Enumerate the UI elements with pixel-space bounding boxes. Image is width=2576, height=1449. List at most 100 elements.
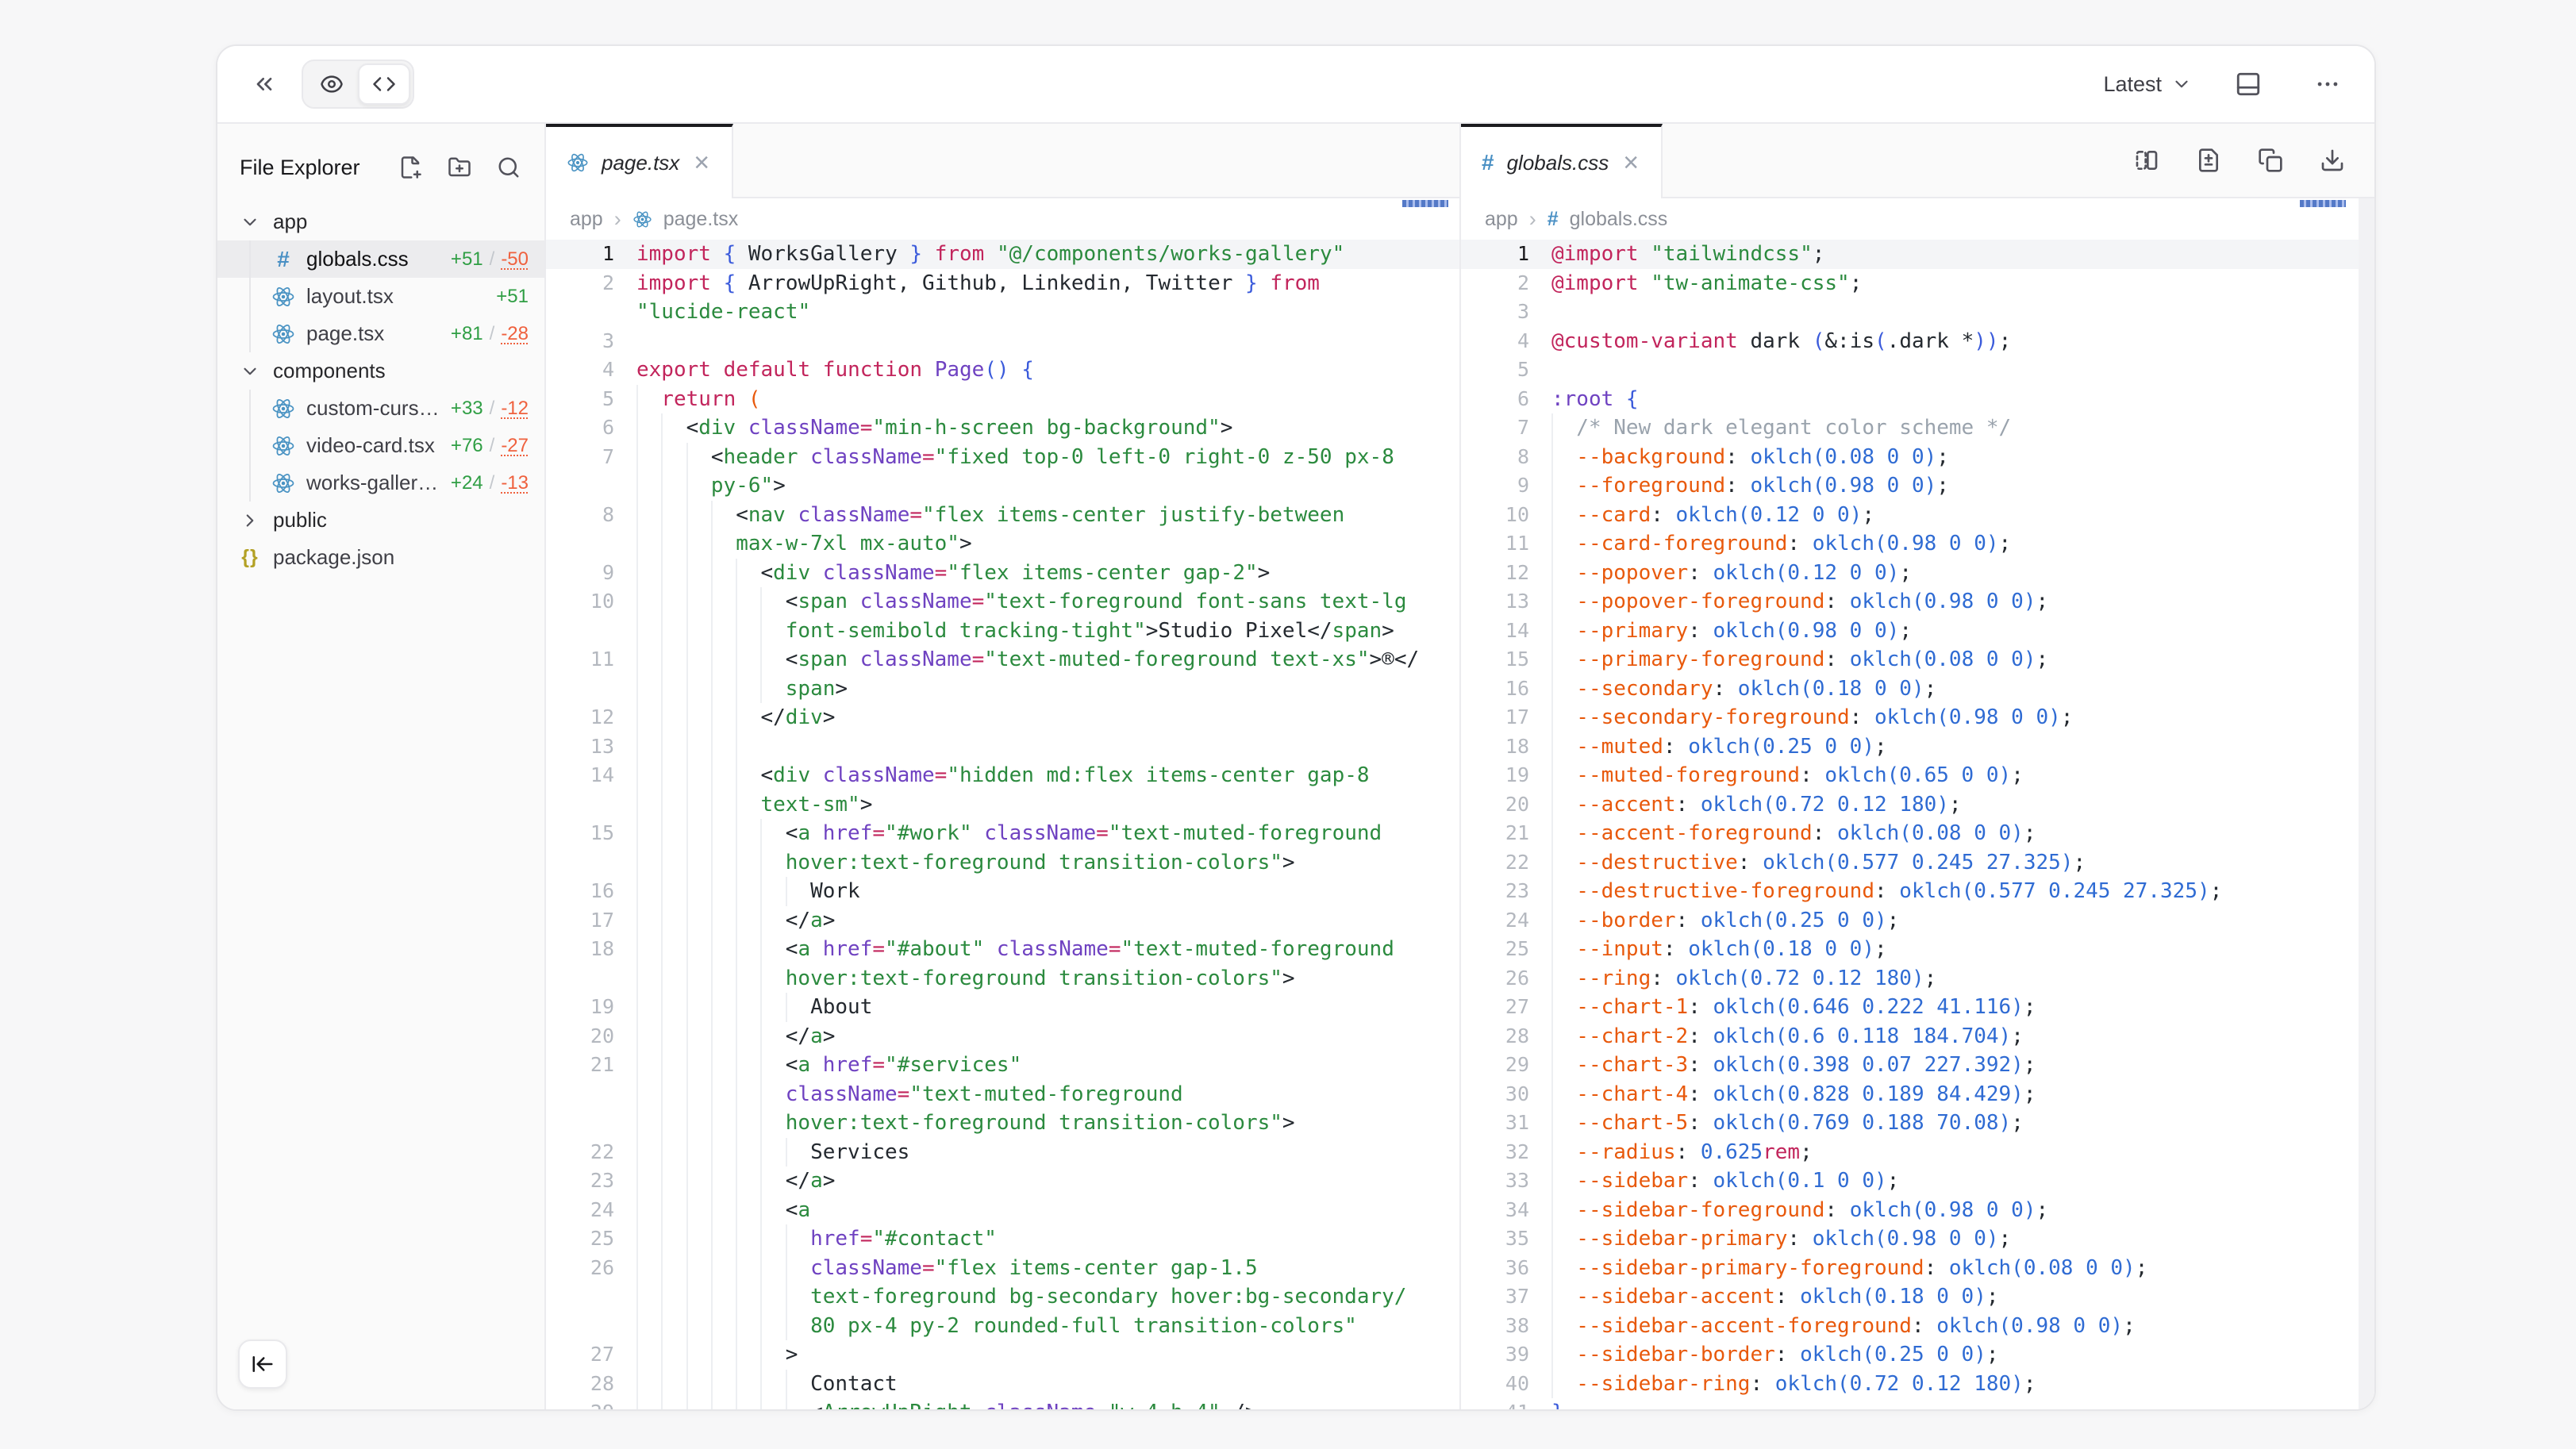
- file-row-globals.css[interactable]: #globals.css+51/-50: [217, 240, 544, 278]
- panel-layout-button[interactable]: [2225, 61, 2271, 107]
- search-files-button[interactable]: [495, 154, 522, 181]
- code-line[interactable]: 14<div className="hidden md:flex items-c…: [546, 761, 1459, 790]
- folder-row-app[interactable]: app: [217, 203, 544, 240]
- code-line[interactable]: 8--background: oklch(0.08 0 0);: [1461, 443, 2374, 472]
- collapse-sidebar-button[interactable]: [238, 1339, 287, 1389]
- breadcrumb-root[interactable]: app: [570, 208, 603, 231]
- code-line[interactable]: 25--input: oklch(0.18 0 0);: [1461, 935, 2374, 964]
- code-right[interactable]: 1@import "tailwindcss";2@import "tw-anim…: [1461, 240, 2374, 1409]
- code-line[interactable]: 22--destructive: oklch(0.577 0.245 27.32…: [1461, 848, 2374, 878]
- code-line[interactable]: 1import { WorksGallery } from "@/compone…: [546, 240, 1459, 269]
- file-row-layout.tsx[interactable]: layout.tsx+51: [217, 278, 544, 315]
- code-line[interactable]: 6<div className="min-h-screen bg-backgro…: [546, 413, 1459, 443]
- code-line[interactable]: 1@import "tailwindcss";: [1461, 240, 2374, 269]
- code-line[interactable]: 18<a href="#about" className="text-muted…: [546, 935, 1459, 964]
- tab-page-tsx[interactable]: page.tsx ×: [546, 124, 733, 198]
- code-line[interactable]: 37--sidebar-accent: oklch(0.18 0 0);: [1461, 1282, 2374, 1312]
- split-view-button[interactable]: [2133, 147, 2160, 174]
- code-line[interactable]: 18--muted: oklch(0.25 0 0);: [1461, 732, 2374, 762]
- code-line[interactable]: 15--primary-foreground: oklch(0.08 0 0);: [1461, 645, 2374, 675]
- code-line[interactable]: 39--sidebar-border: oklch(0.25 0 0);: [1461, 1340, 2374, 1370]
- code-line[interactable]: 5: [1461, 356, 2374, 385]
- code-line[interactable]: 2import { ArrowUpRight, Github, Linkedin…: [546, 269, 1459, 298]
- breadcrumb-root[interactable]: app: [1485, 208, 1518, 231]
- code-line[interactable]: 36--sidebar-primary-foreground: oklch(0.…: [1461, 1254, 2374, 1283]
- code-line[interactable]: 26className="flex items-center gap-1.5: [546, 1254, 1459, 1283]
- code-line[interactable]: 31--chart-5: oklch(0.769 0.188 70.08);: [1461, 1109, 2374, 1138]
- file-row-custom-curs-[interactable]: custom-curs…+33/-12: [217, 390, 544, 427]
- code-line[interactable]: 16Work: [546, 877, 1459, 906]
- code-line[interactable]: 3: [1461, 298, 2374, 327]
- folder-row-public[interactable]: public: [217, 502, 544, 539]
- version-picker[interactable]: Latest: [2103, 72, 2192, 97]
- code-line[interactable]: 26--ring: oklch(0.72 0.12 180);: [1461, 964, 2374, 994]
- code-line[interactable]: 32--radius: 0.625rem;: [1461, 1138, 2374, 1167]
- code-line[interactable]: 4@custom-variant dark (&:is(.dark *));: [1461, 327, 2374, 356]
- collapse-chat-button[interactable]: [241, 61, 287, 107]
- code-line[interactable]: 33--sidebar: oklch(0.1 0 0);: [1461, 1167, 2374, 1196]
- code-line[interactable]: hover:text-foreground transition-colors"…: [546, 1109, 1459, 1138]
- code-line[interactable]: py-6">: [546, 471, 1459, 501]
- code-line[interactable]: hover:text-foreground transition-colors"…: [546, 848, 1459, 878]
- code-left[interactable]: 1import { WorksGallery } from "@/compone…: [546, 240, 1459, 1409]
- code-line[interactable]: 80 px-4 py-2 rounded-full transition-col…: [546, 1312, 1459, 1341]
- code-line[interactable]: 27--chart-1: oklch(0.646 0.222 41.116);: [1461, 993, 2374, 1022]
- code-line[interactable]: span>: [546, 675, 1459, 704]
- code-line[interactable]: 30--chart-4: oklch(0.828 0.189 84.429);: [1461, 1080, 2374, 1109]
- code-line[interactable]: 24--border: oklch(0.25 0 0);: [1461, 906, 2374, 936]
- code-line[interactable]: 23</a>: [546, 1167, 1459, 1196]
- new-file-button[interactable]: [397, 154, 424, 181]
- code-line[interactable]: 41}: [1461, 1398, 2374, 1409]
- new-folder-button[interactable]: [446, 154, 473, 181]
- code-line[interactable]: 17</a>: [546, 906, 1459, 936]
- code-line[interactable]: 3: [546, 327, 1459, 356]
- code-line[interactable]: font-semibold tracking-tight">Studio Pix…: [546, 617, 1459, 646]
- code-line[interactable]: text-foreground bg-secondary hover:bg-se…: [546, 1282, 1459, 1312]
- breadcrumb-file[interactable]: page.tsx: [663, 208, 739, 231]
- code-line[interactable]: 19About: [546, 993, 1459, 1022]
- code-line[interactable]: 27>: [546, 1340, 1459, 1370]
- code-line[interactable]: 24<a: [546, 1196, 1459, 1225]
- code-line[interactable]: 29--chart-3: oklch(0.398 0.07 227.392);: [1461, 1051, 2374, 1080]
- code-line[interactable]: 35--sidebar-primary: oklch(0.98 0 0);: [1461, 1224, 2374, 1254]
- file-row-package.json[interactable]: {}package.json: [217, 539, 544, 576]
- code-line[interactable]: 7<header className="fixed top-0 left-0 r…: [546, 443, 1459, 472]
- code-line[interactable]: 29<ArrowUpRight className="w-4 h-4" />: [546, 1398, 1459, 1409]
- code-line[interactable]: 28--chart-2: oklch(0.6 0.118 184.704);: [1461, 1022, 2374, 1051]
- code-line[interactable]: 28Contact: [546, 1370, 1459, 1399]
- code-line[interactable]: 21--accent-foreground: oklch(0.08 0 0);: [1461, 819, 2374, 848]
- code-line[interactable]: 16--secondary: oklch(0.18 0 0);: [1461, 675, 2374, 704]
- download-button[interactable]: [2319, 147, 2346, 174]
- more-options-button[interactable]: [2305, 61, 2351, 107]
- code-line[interactable]: 6:root {: [1461, 385, 2374, 414]
- file-row-video-card.tsx[interactable]: video-card.tsx+76/-27: [217, 427, 544, 464]
- code-line[interactable]: text-sm">: [546, 790, 1459, 820]
- code-line[interactable]: 5return (: [546, 385, 1459, 414]
- tab-globals-css[interactable]: # globals.css ×: [1461, 124, 1663, 198]
- file-row-page.tsx[interactable]: page.tsx+81/-28: [217, 315, 544, 352]
- close-tab-button[interactable]: ×: [1621, 149, 1640, 176]
- code-line[interactable]: hover:text-foreground transition-colors"…: [546, 964, 1459, 994]
- code-line[interactable]: 12</div>: [546, 703, 1459, 732]
- code-line[interactable]: 38--sidebar-accent-foreground: oklch(0.9…: [1461, 1312, 2374, 1341]
- code-line[interactable]: 9--foreground: oklch(0.98 0 0);: [1461, 471, 2374, 501]
- code-line[interactable]: 34--sidebar-foreground: oklch(0.98 0 0);: [1461, 1196, 2374, 1225]
- code-line[interactable]: "lucide-react": [546, 298, 1459, 327]
- code-line[interactable]: className="text-muted-foreground: [546, 1080, 1459, 1109]
- code-toggle-button[interactable]: [358, 63, 410, 105]
- code-line[interactable]: 10--card: oklch(0.12 0 0);: [1461, 501, 2374, 530]
- code-line[interactable]: 23--destructive-foreground: oklch(0.577 …: [1461, 877, 2374, 906]
- code-line[interactable]: 11<span className="text-muted-foreground…: [546, 645, 1459, 675]
- file-diff-button[interactable]: [2195, 147, 2222, 174]
- code-line[interactable]: 11--card-foreground: oklch(0.98 0 0);: [1461, 529, 2374, 559]
- code-line[interactable]: 22Services: [546, 1138, 1459, 1167]
- file-row-works-galler-[interactable]: works-galler…+24/-13: [217, 464, 544, 502]
- code-line[interactable]: 14--primary: oklch(0.98 0 0);: [1461, 617, 2374, 646]
- code-line[interactable]: 20--accent: oklch(0.72 0.12 180);: [1461, 790, 2374, 820]
- code-line[interactable]: 25href="#contact": [546, 1224, 1459, 1254]
- code-line[interactable]: 13: [546, 732, 1459, 762]
- code-line[interactable]: 17--secondary-foreground: oklch(0.98 0 0…: [1461, 703, 2374, 732]
- close-tab-button[interactable]: ×: [692, 149, 711, 176]
- code-line[interactable]: 20</a>: [546, 1022, 1459, 1051]
- code-line[interactable]: 21<a href="#services": [546, 1051, 1459, 1080]
